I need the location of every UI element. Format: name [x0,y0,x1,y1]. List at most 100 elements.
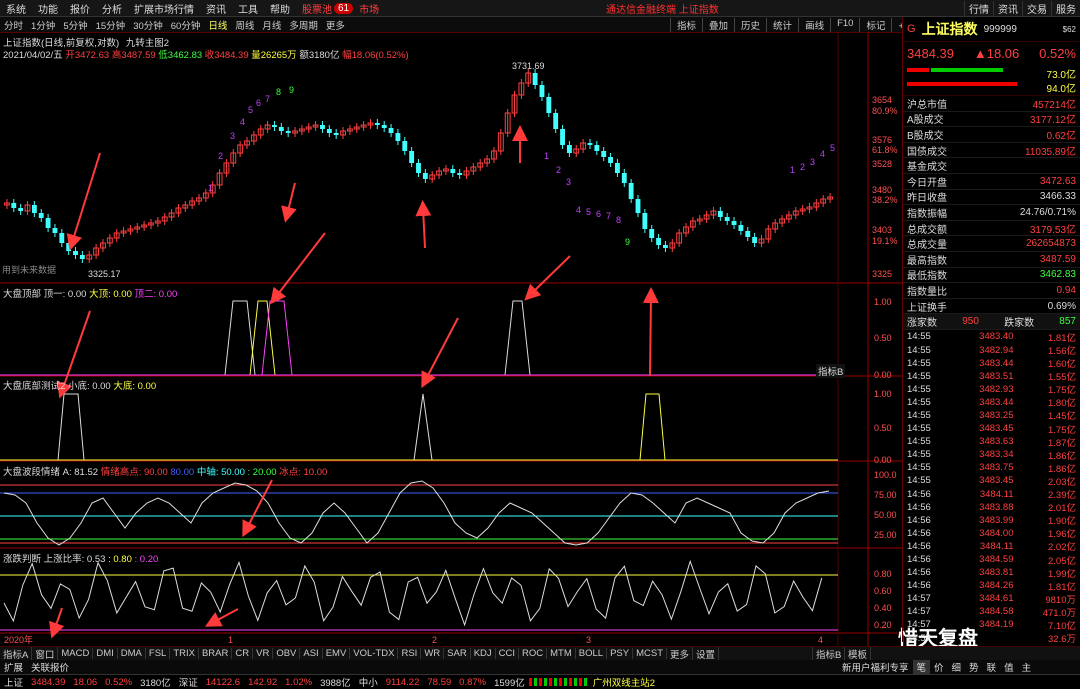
tick-row: 14:55 3482.94 1.56亿 [903,343,1080,358]
period-tab[interactable]: 1分钟 [27,18,59,32]
bar-date: 2021/04/02/五 [3,50,63,61]
tool-button[interactable]: 画线 [798,17,830,32]
tool-button[interactable]: 历史 [734,17,766,32]
legend-item: 顶二: 0.00 [134,289,178,300]
indicator-tab[interactable]: 指标A [0,647,33,660]
pane3-name[interactable]: 大盘波段情绪 [3,467,60,478]
tick-time: 14:55 [907,423,931,435]
price-axis: 3654 80.9% 3576 61.8% 3528 3480 38.2% 34… [872,95,898,279]
indicator-tab[interactable]: PSY [607,648,634,659]
pane2-name[interactable]: 大盘底部测试2 [3,381,65,392]
indicator-tab[interactable]: MTM [547,648,576,659]
tool-button[interactable]: +自选 [891,17,902,32]
period-tab[interactable]: 30分钟 [129,18,167,32]
indicator-tab[interactable]: BOLL [576,648,608,659]
related-quote-tab[interactable]: 关联报价 [27,660,73,674]
service-tab[interactable]: 服务 [1051,0,1080,16]
status-value: 1599亿 [494,678,525,689]
price-tick: 38.2% [872,195,898,205]
menu-item[interactable]: 扩展市场行情 [128,1,200,16]
legend-item: 大顶: 0.00 [89,289,132,300]
indicator-tab[interactable]: DMI [93,648,118,659]
tick-list[interactable]: 14:55 3483.40 1.81亿 14:55 3482.94 1.56亿 14:55 3… [903,330,1080,658]
menu-item[interactable]: 工具 [232,1,264,16]
indicator-tab[interactable]: KDJ [471,648,496,659]
detail-tab[interactable]: 联 [983,660,1001,674]
menu-item[interactable]: 报价 [64,1,96,16]
indicator-tab[interactable]: VOL-TDX [350,648,399,659]
legend-item: 大底: 0.00 [113,381,157,392]
period-tab-daily[interactable]: 日线 [204,18,231,32]
tick-time: 14:55 [907,409,931,421]
indicator-tab[interactable]: BRAR [199,648,233,659]
period-tab[interactable]: 更多 [322,18,349,32]
pane4-name[interactable]: 涨跌判断 [3,554,41,565]
candle-body [656,238,662,245]
market-button[interactable]: 市场 [353,1,385,16]
price-tick: 61.8% [872,145,898,155]
indicator-tab[interactable]: 窗口 [32,647,59,660]
period-tab[interactable]: 分时 [0,18,27,32]
tool-button[interactable]: F10 [830,17,859,32]
indicator-tab[interactable]: ROC [519,648,548,659]
menu-item[interactable]: 系统 [0,1,32,16]
status-label: 中小 [358,678,378,689]
detail-tab[interactable]: 价 [930,660,948,674]
template-tab[interactable]: 模板 [845,647,872,660]
tool-button[interactable]: 叠加 [702,17,734,32]
detail-tab[interactable]: 笔 [912,660,931,674]
expand-tab[interactable]: 扩展 [0,660,27,674]
indicator-tab[interactable]: CCI [496,648,520,659]
indicator-tab[interactable]: 设置 [693,647,720,660]
trade-tab[interactable]: 交易 [1022,0,1051,16]
period-tab[interactable]: 月线 [258,18,285,32]
indicator-tab[interactable]: MCST [633,648,668,659]
seq-num: 8 [276,87,281,97]
index-code: 999999 [983,23,1017,35]
status-value: 1.02% [285,676,313,688]
tick-row: 14:56 3483.99 1.90亿 [903,513,1080,528]
indicator-tab[interactable]: MACD [58,648,94,659]
indicator-tab[interactable]: TRIX [170,648,199,659]
period-tab[interactable]: 15分钟 [92,18,130,32]
indicator-tab[interactable]: ASI [300,648,323,659]
indicator-tab[interactable]: OBV [273,648,301,659]
candle-body [79,255,85,259]
seq-num: 9 [289,85,294,95]
tick-time: 14:56 [907,527,931,539]
indicator-tab[interactable]: VR [253,648,274,659]
promo-link[interactable]: 新用户福利专享 [838,660,913,674]
quote-tab[interactable]: 行情 [964,0,993,16]
tool-button[interactable]: 指标 [670,17,702,32]
detail-tab[interactable]: 细 [948,660,966,674]
stock-pool-button[interactable]: 股票池 [296,1,338,16]
tool-button[interactable]: 统计 [766,17,798,32]
indicator-b-tab[interactable]: 指标B [812,647,846,660]
detail-tab[interactable]: 值 [1000,660,1018,674]
indicator-tab[interactable]: EMV [323,648,351,659]
indicator-tab[interactable]: FSL [146,648,171,659]
period-tab[interactable]: 多周期 [285,18,322,32]
indicator-tab[interactable]: 更多 [667,647,694,660]
server-station[interactable]: 广州双线主站2 [589,675,659,689]
indicator-tab[interactable]: SAR [444,648,471,659]
indicator-tab[interactable]: CR [232,648,254,659]
menu-item[interactable]: 分析 [96,1,128,16]
menu-item[interactable]: 功能 [32,1,64,16]
tool-button[interactable]: 标记 [859,17,891,32]
detail-tab[interactable]: 主 [1018,660,1036,674]
pane1-name[interactable]: 大盘顶部 [3,289,41,300]
indicator-tab[interactable]: WR [421,648,445,659]
indicator-tab[interactable]: RSI [398,648,422,659]
period-tab[interactable]: 60分钟 [167,18,205,32]
quote-sub: $62 [1062,24,1076,34]
indicator-tab[interactable]: DMA [118,648,146,659]
detail-tab[interactable]: 势 [965,660,983,674]
period-tab[interactable]: 周线 [231,18,258,32]
tick-row: 14:55 3482.93 1.75亿 [903,382,1080,397]
period-tab[interactable]: 5分钟 [59,18,91,32]
news-tab[interactable]: 资讯 [993,0,1022,16]
pane4-legend: 涨跌判断 上涨比率: 0.53 : 0.80 : 0.20 [3,551,158,565]
menu-item[interactable]: 帮助 [264,1,296,16]
menu-item[interactable]: 资讯 [200,1,232,16]
